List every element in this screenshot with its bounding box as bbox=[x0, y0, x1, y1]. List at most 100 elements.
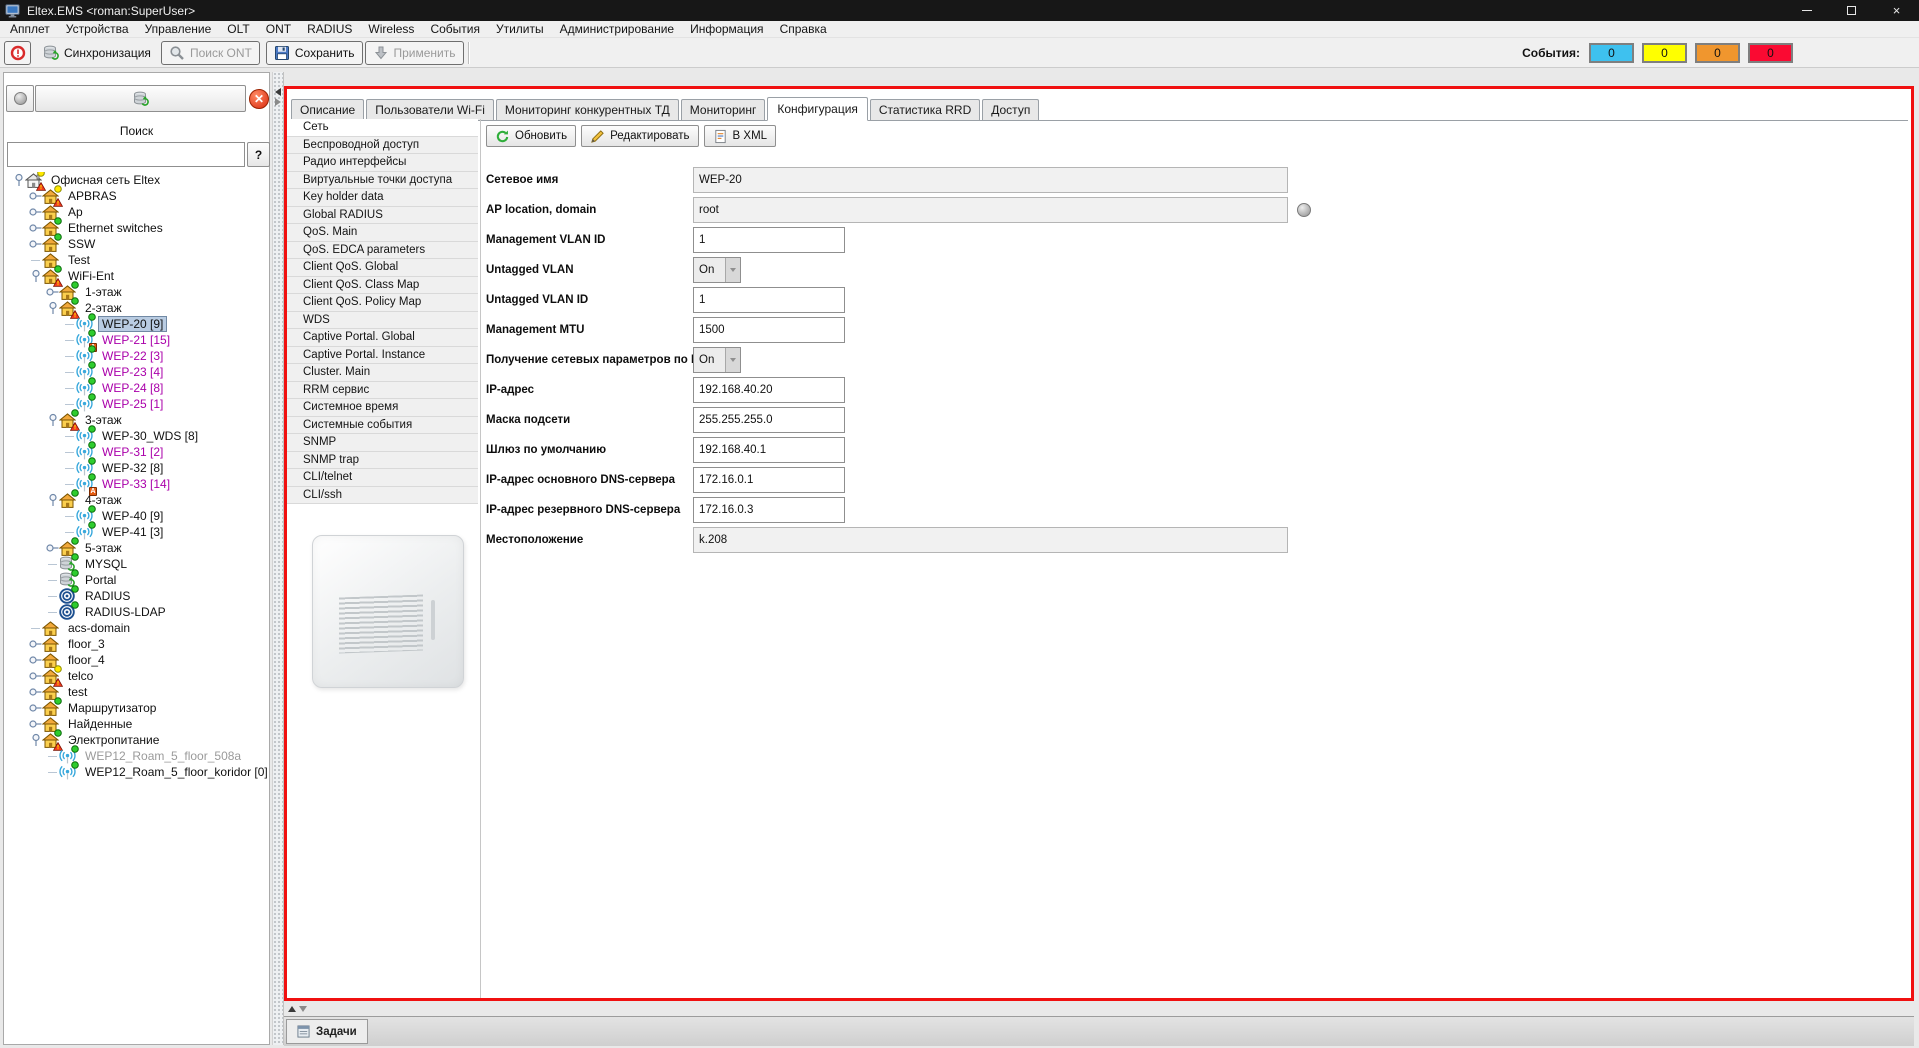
config-section-item[interactable]: Client QoS. Policy Map bbox=[287, 294, 478, 312]
tree-item-label[interactable]: APBRAS bbox=[64, 188, 121, 204]
menu-item-1[interactable]: Апплет bbox=[2, 21, 58, 37]
tree-item-label[interactable]: WEP-23 [4] bbox=[98, 364, 167, 380]
tab-4[interactable]: Мониторинг bbox=[681, 99, 766, 120]
tree-item[interactable]: WEP-22 [3] bbox=[4, 348, 268, 364]
tree-item[interactable]: WEP-25 [1] bbox=[4, 396, 268, 412]
tree-item-label[interactable]: Ap bbox=[64, 204, 87, 220]
tab-2[interactable]: Пользователи Wi-Fi bbox=[366, 99, 494, 120]
tree-expander-icon[interactable] bbox=[29, 668, 42, 684]
tree-item[interactable]: Офисная сеть Eltex bbox=[4, 172, 268, 188]
tree-item-label[interactable]: WEP-33 [14] bbox=[98, 476, 174, 492]
minimize-button[interactable] bbox=[1784, 0, 1829, 21]
tab-3[interactable]: Мониторинг конкурентных ТД bbox=[496, 99, 679, 120]
tree-item-label[interactable]: SSW bbox=[64, 236, 99, 252]
combo-select[interactable]: On bbox=[693, 257, 741, 283]
field-input[interactable] bbox=[693, 317, 845, 343]
tree-item-label[interactable]: RADIUS-LDAP bbox=[81, 604, 170, 620]
tree-expander-icon[interactable] bbox=[46, 412, 59, 428]
tree-item-label[interactable]: WEP-31 [2] bbox=[98, 444, 167, 460]
menu-item-5[interactable]: ONT bbox=[258, 21, 299, 37]
tree-expander-icon[interactable] bbox=[29, 716, 42, 732]
tree-item[interactable]: WEP-32 [8] bbox=[4, 460, 268, 476]
tree-expander-icon[interactable] bbox=[29, 236, 42, 252]
tree-expander-icon[interactable] bbox=[46, 300, 59, 316]
tree-item-label[interactable]: WEP12_Roam_5_floor_508a bbox=[81, 748, 245, 764]
tree-item-label[interactable]: Portal bbox=[81, 572, 120, 588]
menu-item-10[interactable]: Администрирование bbox=[552, 21, 682, 37]
tree-item-label[interactable]: WEP-24 [8] bbox=[98, 380, 167, 396]
tree-item[interactable]: WEP-20 [9] bbox=[4, 316, 268, 332]
tree-status-button[interactable] bbox=[6, 85, 34, 112]
config-section-item[interactable]: Cluster. Main bbox=[287, 364, 478, 382]
tree-item-label[interactable]: WEP-41 [3] bbox=[98, 524, 167, 540]
config-section-item[interactable]: Global RADIUS bbox=[287, 207, 478, 225]
tree-item[interactable]: WEP-31 [2] bbox=[4, 444, 268, 460]
tree-item[interactable]: WiFi-Ent bbox=[4, 268, 268, 284]
events-counter-warning[interactable]: 0 bbox=[1642, 43, 1687, 63]
field-input[interactable] bbox=[693, 377, 845, 403]
close-button[interactable]: × bbox=[1874, 0, 1919, 21]
config-section-item[interactable]: Беспроводной доступ bbox=[287, 137, 478, 155]
tree-item-label[interactable]: WEP-20 [9] bbox=[98, 316, 167, 332]
tree-expander-icon[interactable] bbox=[46, 492, 59, 508]
tree-item-label[interactable]: WEP-30_WDS [8] bbox=[98, 428, 202, 444]
config-section-item[interactable]: Client QoS. Class Map bbox=[287, 277, 478, 295]
tree-item[interactable]: AWEP-33 [14] bbox=[4, 476, 268, 492]
sync-button[interactable]: Синхронизация bbox=[36, 41, 158, 65]
tree-item[interactable]: AWEP-21 [15] bbox=[4, 332, 268, 348]
menu-item-7[interactable]: Wireless bbox=[360, 21, 422, 37]
tree-item[interactable]: WEP12_Roam_5_floor_508a bbox=[4, 748, 268, 764]
tree-item[interactable]: WEP-24 [8] bbox=[4, 380, 268, 396]
menu-item-4[interactable]: OLT bbox=[219, 21, 257, 37]
tree-item[interactable]: acs-domain bbox=[4, 620, 268, 636]
edit-button[interactable]: Редактировать bbox=[581, 125, 698, 147]
splitter-collapse-right-icon[interactable] bbox=[275, 98, 281, 106]
config-section-item[interactable]: Системные события bbox=[287, 417, 478, 435]
tree-expander-icon[interactable] bbox=[29, 684, 42, 700]
tree-expander-icon[interactable] bbox=[29, 636, 42, 652]
tree-item[interactable]: floor_4 bbox=[4, 652, 268, 668]
splitter-down-icon[interactable] bbox=[299, 1006, 307, 1012]
tree-expander-icon[interactable] bbox=[46, 540, 59, 556]
config-section-item[interactable]: SNMP bbox=[287, 434, 478, 452]
field-input[interactable] bbox=[693, 497, 845, 523]
tree-item[interactable]: test bbox=[4, 684, 268, 700]
tree-item[interactable]: WEP-41 [3] bbox=[4, 524, 268, 540]
config-section-item[interactable]: Key holder data bbox=[287, 189, 478, 207]
tree-item[interactable]: RADIUS bbox=[4, 588, 268, 604]
tree-item[interactable]: floor_3 bbox=[4, 636, 268, 652]
tree-item-label[interactable]: floor_4 bbox=[64, 652, 109, 668]
tree-item[interactable]: Маршрутизатор bbox=[4, 700, 268, 716]
tree-item[interactable]: 2-этаж bbox=[4, 300, 268, 316]
tree-expander-icon[interactable] bbox=[29, 204, 42, 220]
save-button[interactable]: Сохранить bbox=[266, 41, 363, 65]
tree-item-label[interactable]: acs-domain bbox=[64, 620, 134, 636]
search-input[interactable] bbox=[7, 142, 245, 167]
tree-item-label[interactable]: MYSQL bbox=[81, 556, 131, 572]
field-input[interactable] bbox=[693, 527, 1288, 553]
alarm-button[interactable] bbox=[4, 41, 31, 65]
config-section-item[interactable]: QoS. Main bbox=[287, 224, 478, 242]
menu-item-6[interactable]: RADIUS bbox=[299, 21, 360, 37]
tree-item[interactable]: WEP-30_WDS [8] bbox=[4, 428, 268, 444]
tree-item[interactable]: Электропитание bbox=[4, 732, 268, 748]
tree-item-label[interactable]: WEP12_Roam_5_floor_koridor [0] bbox=[81, 764, 268, 780]
tree-item[interactable]: Ethernet switches bbox=[4, 220, 268, 236]
tree-item-label[interactable]: WEP-40 [9] bbox=[98, 508, 167, 524]
search-help-button[interactable]: ? bbox=[247, 142, 270, 167]
refresh-button[interactable]: Обновить bbox=[486, 125, 576, 147]
tree-item-label[interactable]: telco bbox=[64, 668, 97, 684]
config-section-item[interactable]: WDS bbox=[287, 312, 478, 330]
tab-1[interactable]: Описание bbox=[291, 99, 364, 120]
tree-item[interactable]: RADIUS-LDAP bbox=[4, 604, 268, 620]
config-section-item[interactable]: CLI/ssh bbox=[287, 487, 478, 505]
config-section-item[interactable]: Радио интерфейсы bbox=[287, 154, 478, 172]
config-section-item[interactable]: Виртуальные точки доступа bbox=[287, 172, 478, 190]
menu-item-11[interactable]: Информация bbox=[682, 21, 771, 37]
tree-item[interactable]: MYSQL bbox=[4, 556, 268, 572]
tree-item-label[interactable]: Test bbox=[64, 252, 94, 268]
tree-item[interactable]: Найденные bbox=[4, 716, 268, 732]
search-ont-button[interactable]: Поиск ONT bbox=[161, 41, 260, 65]
tasks-tab[interactable]: Задачи bbox=[286, 1019, 368, 1044]
tree-expander-icon[interactable] bbox=[29, 652, 42, 668]
